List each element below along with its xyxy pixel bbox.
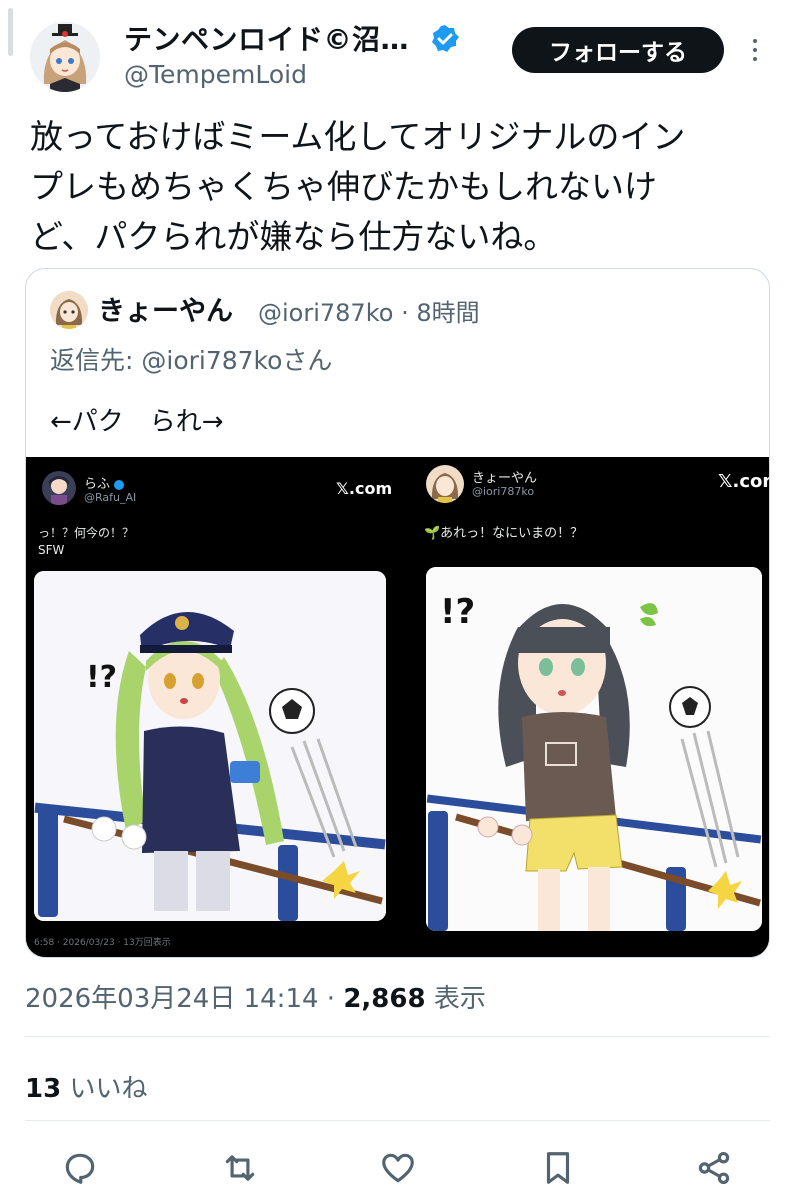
panel-right-text: 🌱あれっ！なにいまの！？	[424, 526, 584, 541]
tweet-text: 放っておけばミーム化してオリジナルのイン プレもめちゃくちゃ伸びたかもしれないけ…	[30, 117, 686, 256]
retweet-icon[interactable]	[218, 1146, 262, 1190]
share-icon[interactable]	[692, 1146, 736, 1190]
author-display-name[interactable]: テンペンロイド©沼…	[124, 18, 409, 58]
panel-left-verified-icon	[114, 479, 125, 490]
meta-separator: ·	[326, 984, 336, 1014]
panel-right-name: きょーやん	[472, 471, 538, 486]
meta-separator: ·	[401, 299, 409, 327]
panel-right-exclaim: !?	[440, 592, 475, 632]
panel-right-handle: @iori787ko	[472, 485, 535, 498]
panel-left-illustration: !?	[34, 571, 386, 921]
panel-left-xcom: 𝕏.com	[336, 479, 393, 498]
image-panel-left: らふ @Rafu_AI 𝕏.com っ！？何今の！？ SFW !? 6:58 ·…	[26, 457, 398, 957]
quoted-author-handle[interactable]: @iori787ko	[258, 299, 393, 327]
divider	[25, 1120, 770, 1121]
quoted-tweet-card[interactable]: きょーやん @iori787ko · 8時間 返信先: @iori787koさん…	[25, 268, 770, 958]
panel-right-xcom: 𝕏.com	[718, 471, 769, 492]
quoted-author-meta: @iori787ko · 8時間	[258, 293, 480, 328]
more-options-icon[interactable]	[740, 30, 770, 70]
quoted-author-name[interactable]: きょーやん	[98, 289, 233, 328]
panel-right-illustration: !?	[426, 567, 762, 931]
verified-badge-icon	[430, 24, 460, 54]
quoted-time[interactable]: 8時間	[416, 299, 479, 327]
reply-to-text[interactable]: 返信先: @iori787koさん	[50, 341, 332, 377]
scroll-indicator	[8, 8, 13, 56]
panel-left-handle: @Rafu_AI	[84, 491, 137, 504]
quoted-tweet-image[interactable]: らふ @Rafu_AI 𝕏.com っ！？何今の！？ SFW !? 6:58 ·…	[26, 457, 769, 957]
reply-icon[interactable]	[58, 1146, 102, 1190]
divider	[25, 1036, 770, 1037]
quoted-author-avatar[interactable]	[50, 291, 88, 329]
view-count: 2,868	[343, 984, 426, 1014]
panel-left-exclaim: !?	[86, 660, 117, 695]
girl-kicking-ball-illustration: !?	[34, 571, 386, 921]
tweet-timestamp[interactable]: 2026年03月24日 14:14	[25, 984, 319, 1014]
quoted-tweet-text: ←パク られ→	[50, 407, 224, 437]
author-handle[interactable]: @TempemLoid	[124, 60, 307, 89]
like-count-label: いいね	[69, 1074, 148, 1104]
author-avatar[interactable]	[30, 22, 100, 92]
follow-button[interactable]: フォローする	[512, 27, 724, 73]
tweet-timestamp-row: 2026年03月24日 14:14 · 2,868 表示	[25, 978, 486, 1015]
panel-right-avatar	[426, 465, 464, 503]
like-count: 13	[25, 1074, 62, 1104]
panel-left-text: っ！？何今の！？ SFW	[38, 526, 135, 557]
panel-left-footer: 6:58 · 2026/03/23 · 13万回表示	[34, 938, 171, 948]
panel-left-name: らふ	[84, 473, 125, 492]
bookmark-icon[interactable]	[536, 1146, 580, 1190]
like-icon[interactable]	[376, 1146, 420, 1190]
girl-kicking-ball-parody-illustration: !?	[426, 567, 762, 931]
panel-left-avatar	[42, 471, 76, 505]
view-count-label: 表示	[433, 984, 486, 1014]
likes-row[interactable]: 13 いいね	[25, 1068, 147, 1105]
anime-girl-avatar-icon	[30, 22, 100, 92]
image-panel-right: きょーやん @iori787ko 𝕏.com 🌱あれっ！なにいまの！？	[400, 457, 769, 957]
